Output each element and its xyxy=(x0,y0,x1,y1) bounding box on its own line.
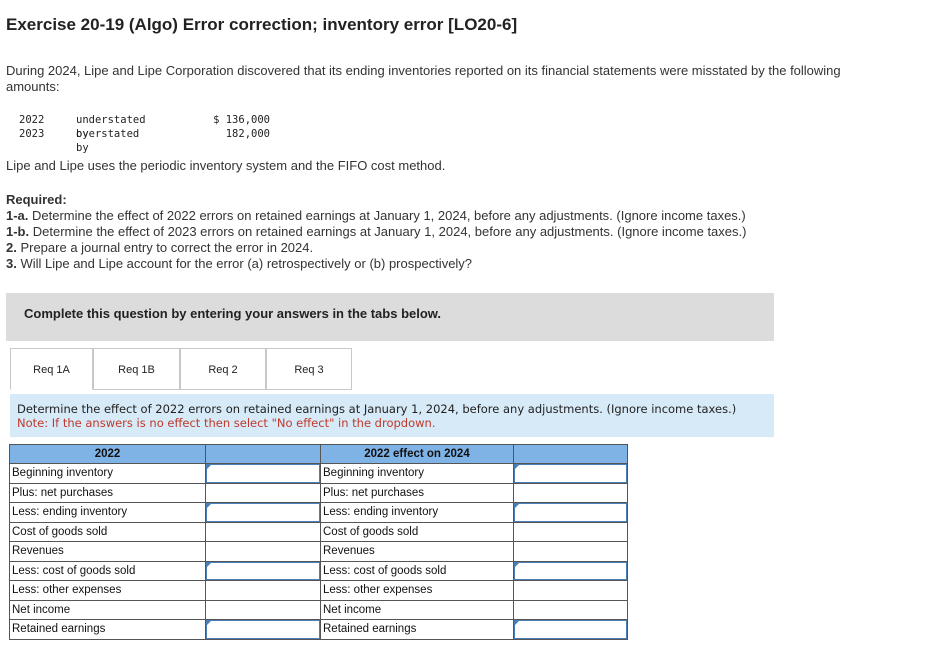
tab-req-1b[interactable]: Req 1B xyxy=(93,348,180,390)
table-header-row: 2022 2022 effect on 2024 xyxy=(9,444,628,464)
instructions-banner: Complete this question by entering your … xyxy=(6,293,774,341)
row-label: Cost of goods sold xyxy=(9,521,206,542)
effect-dropdown[interactable] xyxy=(513,463,628,484)
banner-text: Complete this question by entering your … xyxy=(24,306,442,321)
effect-input[interactable] xyxy=(205,541,321,562)
amount-year: 2022 xyxy=(19,114,45,126)
row-label: Less: cost of goods sold xyxy=(9,560,206,581)
effect-input[interactable] xyxy=(513,482,628,503)
row-label: Revenues xyxy=(9,541,206,562)
answer-table: 2022 2022 effect on 2024 Beginning inven… xyxy=(9,444,628,640)
tab-req-2[interactable]: Req 2 xyxy=(180,348,266,390)
left-column-header: 2022 xyxy=(9,444,206,464)
row-label: Less: ending inventory xyxy=(320,502,514,523)
row-label: Net income xyxy=(9,599,206,620)
row-label: Less: other expenses xyxy=(320,580,514,601)
row-label: Plus: net purchases xyxy=(320,482,514,503)
amount-year: 2023 xyxy=(19,128,45,140)
requirement-1b: 1-b. Determine the effect of 2023 errors… xyxy=(6,224,747,239)
table-row: Less: cost of goods sold Less: cost of g… xyxy=(9,560,628,581)
row-label: Less: other expenses xyxy=(9,580,206,601)
effect-dropdown[interactable] xyxy=(513,560,628,581)
table-row: Retained earnings Retained earnings xyxy=(9,619,628,640)
effect-input[interactable] xyxy=(513,521,628,542)
inventory-method-text: Lipe and Lipe uses the periodic inventor… xyxy=(6,158,446,173)
requirement-1a: 1-a. Determine the effect of 2022 errors… xyxy=(6,208,746,223)
requirement-2: 2. Prepare a journal entry to correct th… xyxy=(6,240,314,255)
exercise-title: Exercise 20-19 (Algo) Error correction; … xyxy=(6,15,518,34)
effect-dropdown[interactable] xyxy=(205,463,321,484)
right-column-header: 2022 effect on 2024 xyxy=(320,444,514,464)
effect-dropdown[interactable] xyxy=(205,560,321,581)
row-label: Retained earnings xyxy=(320,619,514,640)
table-row: Revenues Revenues xyxy=(9,541,628,562)
effect-input[interactable] xyxy=(513,599,628,620)
table-row: Net income Net income xyxy=(9,599,628,620)
amount-desc: overstated by xyxy=(76,128,140,154)
row-label: Net income xyxy=(320,599,514,620)
row-label: Less: cost of goods sold xyxy=(320,560,514,581)
requirements-block: Required: 1-a. Determine the effect of 2… xyxy=(6,192,746,272)
effect-input[interactable] xyxy=(513,541,628,562)
effect-input[interactable] xyxy=(205,482,321,503)
effect-dropdown[interactable] xyxy=(513,619,628,640)
row-label: Beginning inventory xyxy=(320,463,514,484)
exercise-intro: During 2024, Lipe and Lipe Corporation d… xyxy=(6,63,841,94)
required-header: Required: xyxy=(6,192,67,207)
row-label: Cost of goods sold xyxy=(320,521,514,542)
table-row: Less: other expenses Less: other expense… xyxy=(9,580,628,601)
table-row: Plus: net purchases Plus: net purchases xyxy=(9,482,628,503)
effect-input[interactable] xyxy=(205,580,321,601)
effect-input[interactable] xyxy=(205,599,321,620)
amount-value: $ 136,000 xyxy=(213,114,270,126)
question-instruction: Determine the effect of 2022 errors on r… xyxy=(10,394,774,437)
effect-dropdown[interactable] xyxy=(205,502,321,523)
effect-dropdown[interactable] xyxy=(513,502,628,523)
effect-input[interactable] xyxy=(205,521,321,542)
tab-req-3[interactable]: Req 3 xyxy=(266,348,352,390)
amount-value: 182,000 xyxy=(213,128,270,140)
effect-dropdown[interactable] xyxy=(205,619,321,640)
row-label: Beginning inventory xyxy=(9,463,206,484)
table-row: Beginning inventory Beginning inventory xyxy=(9,463,628,484)
row-label: Plus: net purchases xyxy=(9,482,206,503)
table-row: Less: ending inventory Less: ending inve… xyxy=(9,502,628,523)
requirement-3: 3. Will Lipe and Lipe account for the er… xyxy=(6,256,473,271)
effect-input[interactable] xyxy=(513,580,628,601)
row-label: Revenues xyxy=(320,541,514,562)
row-label: Retained earnings xyxy=(9,619,206,640)
row-label: Less: ending inventory xyxy=(9,502,206,523)
right-answer-header xyxy=(513,444,628,464)
tab-req-1a[interactable]: Req 1A xyxy=(10,348,93,390)
instruction-text: Determine the effect of 2022 errors on r… xyxy=(17,402,737,416)
table-row: Cost of goods sold Cost of goods sold xyxy=(9,521,628,542)
instruction-note: Note: If the answers is no effect then s… xyxy=(17,416,436,430)
left-answer-header xyxy=(205,444,321,464)
